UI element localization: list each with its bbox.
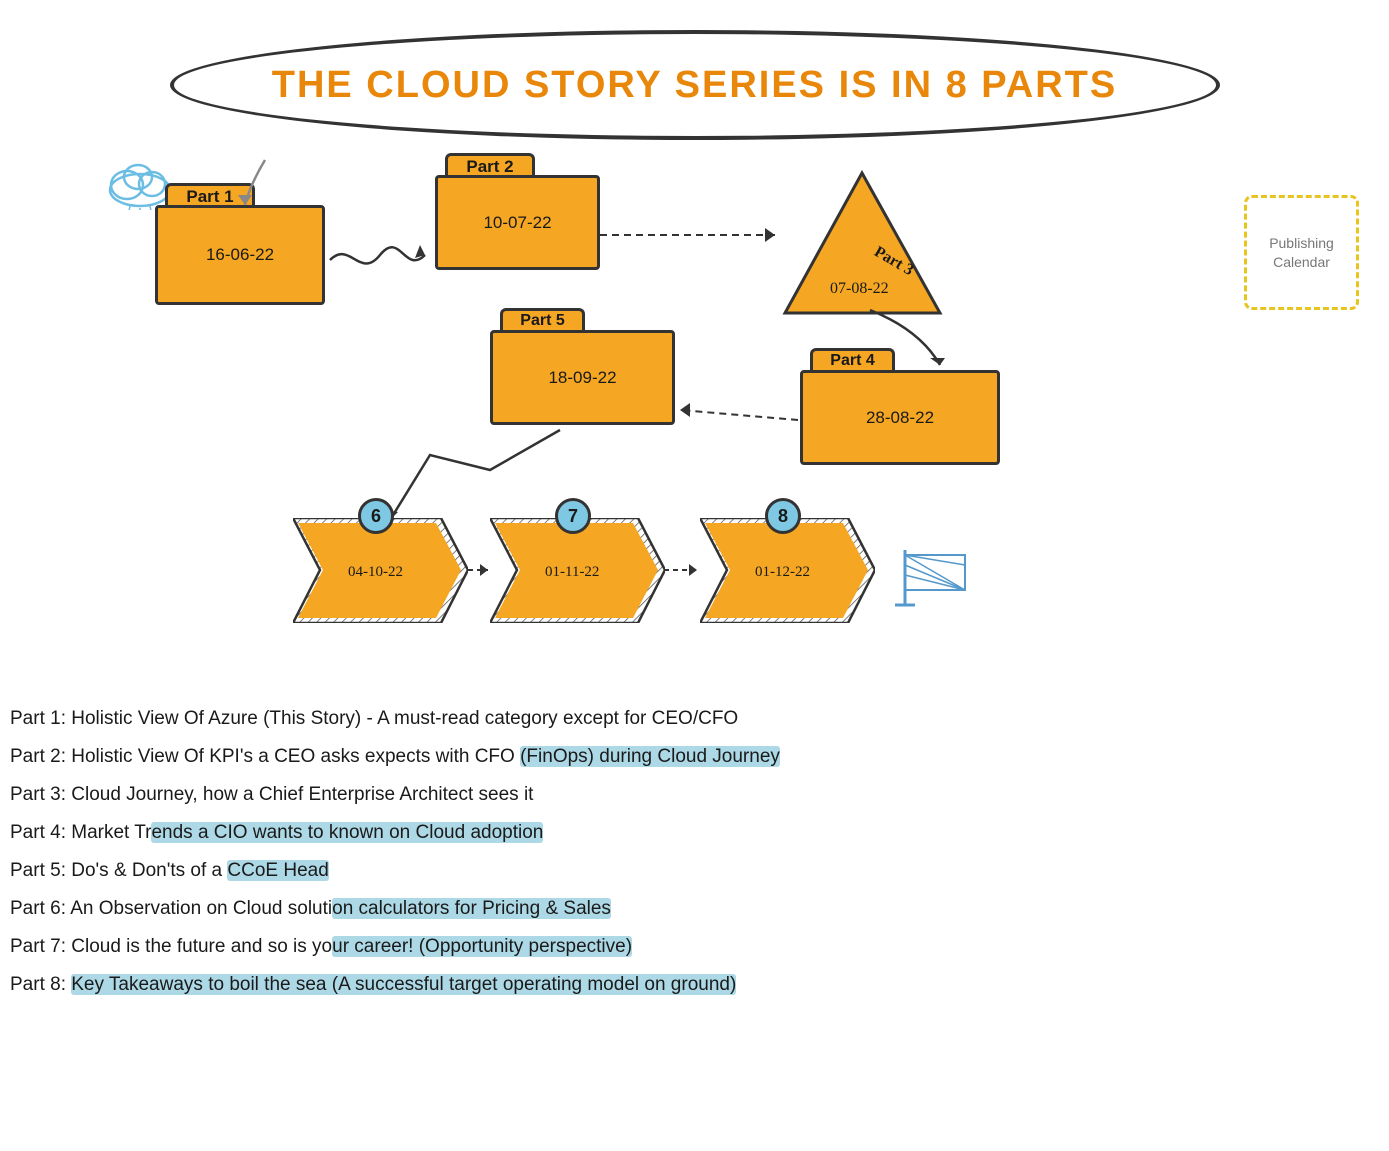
desc-line-7: Part 7: Cloud is the future and so is yo… [10,928,1379,966]
desc-line-6: Part 6: An Observation on Cloud solution… [10,890,1379,928]
part1-body: 16-06-22 [155,205,325,305]
part5-body: 18-09-22 [490,330,675,425]
highlight-ccoe: CCoE Head [227,860,328,881]
highlight-career: ur career! (Opportunity perspective) [332,936,632,957]
part2-date: 10-07-22 [483,213,551,233]
num-circle-8: 8 [765,498,801,534]
highlight-takeaways: Key Takeaways to boil the sea (A success… [71,974,736,995]
desc-line-5: Part 5: Do's & Don'ts of a CCoE Head [10,852,1379,890]
desc-line-4: Part 4: Market Trends a CIO wants to kno… [10,814,1379,852]
part7-chevron: 01-11-22 [490,518,665,623]
publishing-calendar: PublishingCalendar [1244,195,1359,310]
svg-text:01-12-22: 01-12-22 [755,564,810,580]
publishing-calendar-text: PublishingCalendar [1269,234,1334,270]
svg-text:01-11-22: 01-11-22 [545,564,599,580]
svg-text:04-10-22: 04-10-22 [348,564,403,580]
svg-text:07-08-22: 07-08-22 [830,280,889,297]
desc-line-3: Part 3: Cloud Journey, how a Chief Enter… [10,776,1379,814]
num-circle-7: 7 [555,498,591,534]
main-container: THE CLOUD STORY SERIES IS IN 8 PARTS Par… [0,0,1389,1151]
part6-chevron: 04-10-22 [293,518,468,623]
part6-wrapper: 04-10-22 6 [293,518,468,628]
flag-icon [890,545,980,610]
num-circle-6: 6 [358,498,394,534]
part2-body: 10-07-22 [435,175,600,270]
highlight-calc: on calculators for Pricing & Sales [332,898,611,919]
part1-date: 16-06-22 [206,245,274,265]
part4-body: 28-08-22 [800,370,1000,465]
part8-chevron: 01-12-22 [700,518,875,623]
page-title: THE CLOUD STORY SERIES IS IN 8 PARTS [272,64,1118,107]
description-list: Part 1: Holistic View Of Azure (This Sto… [10,700,1379,1004]
part5-date: 18-09-22 [548,368,616,388]
part4-date: 28-08-22 [866,408,934,428]
part4-tab: Part 4 [810,348,895,370]
part5-tab: Part 5 [500,308,585,330]
part8-wrapper: 01-12-22 8 [700,518,875,628]
highlight-trends: ends a CIO wants to known on Cloud adopt… [151,822,543,843]
title-oval-container: THE CLOUD STORY SERIES IS IN 8 PARTS [170,30,1220,140]
desc-line-1: Part 1: Holistic View Of Azure (This Sto… [10,700,1379,738]
highlight-finops: (FinOps) during Cloud Journey [520,746,780,767]
desc-line-8: Part 8: Key Takeaways to boil the sea (A… [10,966,1379,1004]
part3-container: Part 3 07-08-22 [780,168,945,323]
part3-triangle: Part 3 07-08-22 [780,168,945,318]
desc-line-2: Part 2: Holistic View Of KPI's a CEO ask… [10,738,1379,776]
part7-wrapper: 01-11-22 7 [490,518,665,628]
